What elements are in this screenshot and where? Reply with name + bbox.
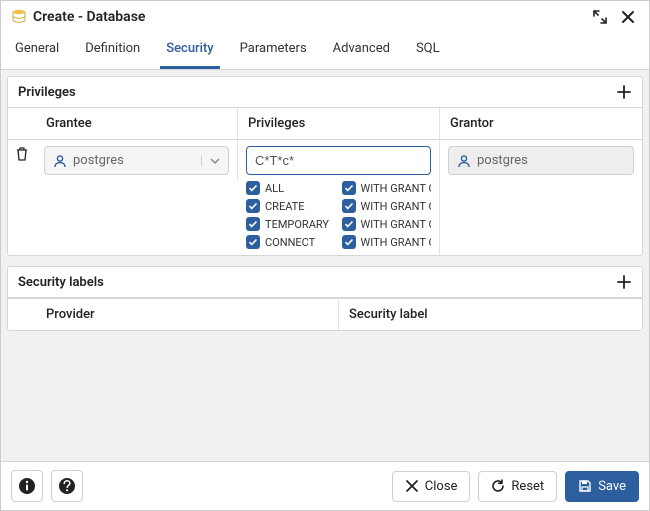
dialog-body: Privileges Grantee Privileges Grantor bbox=[1, 70, 649, 461]
privileges-panel: Privileges Grantee Privileges Grantor bbox=[7, 76, 643, 256]
checkbox-create[interactable]: CREATE bbox=[246, 199, 336, 213]
security-labels-header-row: Provider Security label bbox=[8, 298, 642, 330]
checkbox-all[interactable]: ALL bbox=[246, 181, 336, 195]
col-grantee: Grantee bbox=[36, 108, 238, 139]
grantee-select[interactable]: postgres bbox=[44, 146, 229, 175]
tab-bar: General Definition Security Parameters A… bbox=[1, 33, 649, 70]
save-button[interactable]: Save bbox=[565, 471, 639, 502]
grantor-value: postgres bbox=[477, 153, 528, 168]
privileges-input[interactable] bbox=[246, 146, 431, 175]
checkbox-temporary-wgo[interactable]: WITH GRANT OPTION bbox=[342, 217, 432, 231]
security-labels-title: Security labels bbox=[18, 275, 104, 290]
privileges-title: Privileges bbox=[18, 85, 76, 100]
dialog-footer: Close Reset Save bbox=[1, 461, 649, 510]
chevron-down-icon bbox=[201, 156, 220, 166]
close-icon[interactable] bbox=[617, 10, 639, 24]
add-security-label-button[interactable] bbox=[616, 274, 632, 290]
checkbox-all-wgo[interactable]: WITH GRANT OPTION bbox=[342, 181, 432, 195]
add-privilege-button[interactable] bbox=[616, 84, 632, 100]
user-icon bbox=[457, 154, 471, 168]
checkbox-connect[interactable]: CONNECT bbox=[246, 235, 336, 249]
privilege-row: postgres ALL WITH GRANT OPTION CREATE WI… bbox=[8, 140, 642, 255]
tab-sql[interactable]: SQL bbox=[410, 33, 446, 69]
privileges-header-row: Grantee Privileges Grantor bbox=[8, 108, 642, 140]
privilege-checkboxes: ALL WITH GRANT OPTION CREATE WITH GRANT … bbox=[246, 181, 431, 249]
info-button[interactable] bbox=[11, 470, 43, 502]
grantee-value: postgres bbox=[73, 153, 124, 168]
titlebar: Create - Database bbox=[1, 1, 649, 33]
tab-parameters[interactable]: Parameters bbox=[234, 33, 313, 69]
dialog-window: Create - Database General Definition Sec… bbox=[0, 0, 650, 511]
help-button[interactable] bbox=[51, 470, 83, 502]
col-grantor: Grantor bbox=[440, 108, 642, 139]
close-button[interactable]: Close bbox=[392, 471, 471, 502]
grantor-field: postgres bbox=[448, 146, 634, 175]
tab-security[interactable]: Security bbox=[160, 33, 219, 69]
col-security-label: Security label bbox=[339, 299, 642, 330]
tab-general[interactable]: General bbox=[9, 33, 65, 69]
checkbox-create-wgo[interactable]: WITH GRANT OPTION bbox=[342, 199, 432, 213]
tab-advanced[interactable]: Advanced bbox=[327, 33, 396, 69]
user-icon bbox=[53, 154, 67, 168]
tab-definition[interactable]: Definition bbox=[79, 33, 146, 69]
database-icon bbox=[11, 9, 27, 25]
col-provider: Provider bbox=[36, 299, 339, 330]
security-labels-panel: Security labels Provider Security label bbox=[7, 266, 643, 331]
checkbox-connect-wgo[interactable]: WITH GRANT OPTION bbox=[342, 235, 432, 249]
delete-row-button[interactable] bbox=[15, 146, 29, 162]
col-privileges: Privileges bbox=[238, 108, 440, 139]
checkbox-temporary[interactable]: TEMPORARY bbox=[246, 217, 336, 231]
dialog-title: Create - Database bbox=[33, 9, 583, 25]
expand-icon[interactable] bbox=[589, 10, 611, 24]
reset-button[interactable]: Reset bbox=[478, 471, 557, 502]
